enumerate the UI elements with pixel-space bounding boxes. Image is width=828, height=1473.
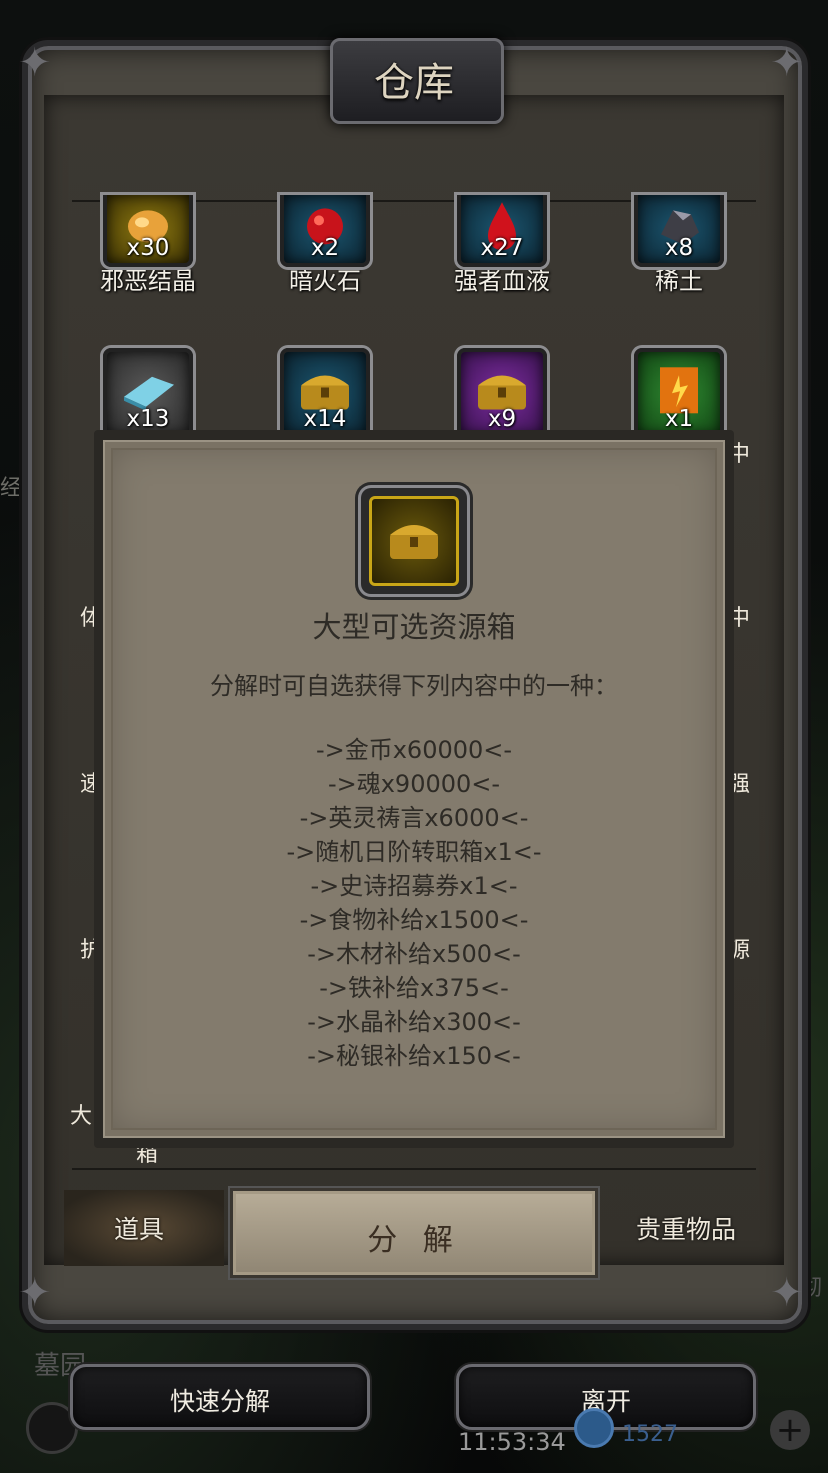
tab-items-label: 道具 [114, 1215, 165, 1244]
tooltip-option: ->木材补给x500<- [307, 940, 521, 968]
inventory-item[interactable]: x14 [265, 348, 385, 438]
tooltip-description: 分解时可自选获得下列内容中的一种： [210, 672, 618, 700]
item-slot: x1 [634, 348, 724, 438]
item-count: x14 [303, 406, 347, 432]
tab-valuables[interactable]: 贵重物品 [636, 1210, 736, 1246]
tooltip-item-slot [361, 488, 467, 594]
item-name-fragment: 大 [70, 1104, 93, 1129]
item-slot: x8 [634, 195, 724, 267]
page-title: 仓库 [374, 60, 454, 106]
item-slot: x9 [457, 348, 547, 438]
item-count: x2 [310, 235, 340, 261]
tooltip-option-list: ->金币x60000<- ->魂x90000<- ->英灵祷言x6000<- -… [103, 733, 725, 1073]
clock: 11:53:34 [458, 1428, 566, 1456]
item-count: x13 [126, 406, 170, 432]
item-count: x8 [664, 235, 694, 261]
inventory-item[interactable]: x1 [619, 348, 739, 438]
tooltip-option: ->魂x90000<- [327, 770, 501, 798]
quick-decompose-label: 快速分解 [169, 1387, 270, 1416]
item-slot: x30 [103, 195, 193, 267]
tooltip-option: ->秘银补给x150<- [307, 1042, 521, 1070]
frame-ornament: ✦ [18, 1270, 52, 1316]
quick-decompose-button[interactable]: 快速分解 [70, 1364, 370, 1430]
item-slot: x27 [457, 195, 547, 267]
tooltip-option: ->随机日阶转职箱x1<- [286, 838, 542, 866]
plus-icon[interactable]: + [770, 1410, 810, 1450]
frame-ornament: ✦ [770, 1270, 804, 1316]
frame-ornament: ✦ [18, 40, 52, 86]
frame-ornament: ✦ [770, 40, 804, 86]
decompose-button-label: 分 解 [367, 1223, 461, 1258]
item-count: x30 [126, 235, 170, 261]
divider [72, 1168, 756, 1170]
currency-icon [574, 1408, 614, 1448]
decompose-button[interactable]: 分 解 [230, 1188, 598, 1278]
item-count: x27 [480, 235, 524, 261]
item-slot: x13 [103, 348, 193, 438]
tooltip-option: ->食物补给x1500<- [299, 906, 529, 934]
tooltip-option: ->水晶补给x300<- [307, 1008, 521, 1036]
gold-chest-icon [390, 525, 438, 559]
inventory-item[interactable]: x8 稀土 [619, 195, 739, 296]
inventory-item[interactable]: x2 暗火石 [265, 195, 385, 296]
item-count: x1 [664, 406, 694, 432]
tooltip-option: ->英灵祷言x6000<- [299, 804, 529, 832]
background-text-fragment: 经 [0, 476, 23, 501]
inventory-item[interactable]: x30 邪恶结晶 [88, 195, 208, 296]
tooltip-option: ->史诗招募券x1<- [310, 872, 518, 900]
tooltip-title: 大型可选资源箱 [312, 610, 516, 644]
tooltip-option: ->金币x60000<- [315, 736, 513, 764]
item-count: x9 [487, 406, 517, 432]
inventory-item[interactable]: x13 [88, 348, 208, 438]
currency-count: 1527 [622, 1422, 678, 1447]
inventory-item[interactable]: x9 [442, 348, 562, 438]
item-slot: x2 [280, 195, 370, 267]
inventory-item[interactable]: x27 强者血液 [442, 195, 562, 296]
tooltip-option: ->铁补给x375<- [319, 974, 509, 1002]
item-slot: x14 [280, 348, 370, 438]
